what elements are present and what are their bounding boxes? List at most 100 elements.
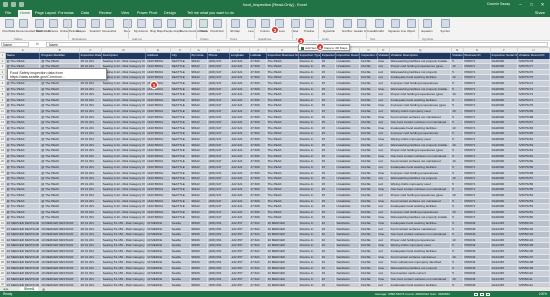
equation-icon bbox=[422, 18, 432, 28]
symbol-icon bbox=[440, 18, 450, 28]
ribbon-separator bbox=[292, 19, 293, 39]
maximize-button[interactable]: □ bbox=[526, 1, 537, 8]
normal-view-icon[interactable] bbox=[474, 292, 478, 296]
bing-maps-icon bbox=[152, 18, 162, 28]
object-button[interactable]: Object bbox=[404, 18, 418, 33]
charts-icon bbox=[198, 18, 208, 28]
symbol-button[interactable]: Symbol bbox=[438, 18, 452, 33]
3d-map-label: 3D Map bbox=[230, 28, 240, 33]
tab-page-layout[interactable]: Page Layout bbox=[33, 10, 58, 17]
object-label: Object bbox=[406, 28, 416, 33]
formula-bar: Name fx Name bbox=[0, 41, 550, 48]
table-icon bbox=[34, 18, 44, 28]
tab-home[interactable]: Home bbox=[18, 10, 33, 17]
pivotchart-button[interactable]: PivotChart bbox=[210, 18, 224, 33]
signature-icon bbox=[390, 18, 400, 28]
shapes-button[interactable]: Shapes bbox=[74, 18, 88, 33]
text-box-button[interactable]: Text Box bbox=[340, 18, 354, 33]
group-tables: Tables bbox=[14, 36, 23, 41]
group-tours: Tours bbox=[230, 36, 238, 41]
user-name[interactable]: Cosmin Sazay bbox=[487, 2, 510, 6]
tab-view[interactable]: View bbox=[119, 10, 131, 17]
line-button[interactable]: Line bbox=[244, 18, 258, 33]
screenshot-icon bbox=[104, 18, 114, 28]
my-add-ins-button[interactable]: My Add-ins bbox=[134, 18, 148, 33]
name-box[interactable]: Name bbox=[1, 42, 29, 47]
tab-tell-me-what-you-want-to-do[interactable]: Tell me what you want to do bbox=[185, 10, 236, 17]
signature-line-button[interactable]: Signature Line bbox=[388, 18, 407, 33]
tab-data[interactable]: Data bbox=[79, 10, 91, 17]
ribbon-separator bbox=[254, 19, 255, 39]
people-graph-icon bbox=[166, 18, 176, 28]
ribbon-separator bbox=[226, 19, 227, 39]
recommended-charts-button[interactable]: Recommended Charts bbox=[180, 18, 208, 33]
tooltip-line-2: https://data.seattle.gov/Commun... bbox=[10, 74, 65, 79]
column-icon bbox=[260, 18, 270, 28]
addins-icon bbox=[136, 18, 146, 28]
pictures-button[interactable]: Pictures bbox=[46, 18, 60, 33]
store-button[interactable]: Store bbox=[120, 18, 134, 33]
group-illustrations: Illustrations bbox=[72, 36, 87, 41]
window-controls: – □ ✕ bbox=[515, 1, 548, 8]
tab-power-pivot[interactable]: Power Pivot bbox=[135, 10, 159, 17]
table-button[interactable]: Table bbox=[32, 18, 46, 33]
symbol-label: Symbol bbox=[440, 28, 450, 33]
3d-map-button[interactable]: 3D Map bbox=[228, 18, 242, 33]
hyperlink-button[interactable]: Hyperlink bbox=[322, 18, 336, 33]
worksheet-grid[interactable]: ABCDEFGHIJKLMNOPQRSTUVWXYZ 1234567891011… bbox=[0, 48, 550, 286]
tab-design[interactable]: Design bbox=[162, 10, 178, 17]
group-add-ins: Add-ins bbox=[132, 36, 142, 41]
zoom-level[interactable]: 100% bbox=[539, 291, 547, 297]
smartart-label: SmartArt bbox=[89, 28, 101, 33]
tab-formulas[interactable]: Formulas bbox=[56, 10, 76, 17]
column-button[interactable]: Column bbox=[258, 18, 272, 33]
ribbon-separator bbox=[68, 19, 69, 39]
pivottable-button[interactable]: PivotTable bbox=[2, 18, 16, 33]
selection-stats: Average: 3098.54073 Count: 39409412 Sum:… bbox=[374, 292, 450, 296]
close-button[interactable]: ✕ bbox=[537, 1, 548, 8]
shapes-icon bbox=[76, 18, 86, 28]
online-pictures-button[interactable]: Online Pictures bbox=[60, 18, 79, 33]
text-box-label: Text Box bbox=[341, 28, 353, 33]
equation-button[interactable]: Equation bbox=[420, 18, 434, 33]
slicer-button[interactable]: Slicer bbox=[288, 18, 302, 33]
timeline-icon bbox=[304, 18, 314, 28]
smartart-icon bbox=[90, 18, 100, 28]
textbox-icon bbox=[342, 18, 352, 28]
timeline-button[interactable]: Timeline bbox=[302, 18, 316, 33]
callout-2: 2 bbox=[271, 26, 279, 34]
recommended-charts-icon bbox=[182, 18, 192, 28]
ribbon-separator bbox=[128, 19, 129, 39]
bing-maps-button[interactable]: Bing Maps bbox=[150, 18, 164, 33]
window-title: food_inspection [Read-Only] - Excel bbox=[243, 2, 307, 7]
insert-function-button[interactable]: fx bbox=[36, 42, 39, 46]
object-icon bbox=[406, 18, 416, 28]
group-links: Links bbox=[322, 36, 329, 41]
tab-file[interactable]: File bbox=[3, 10, 13, 17]
hyperlink-label: Hyperlink bbox=[323, 28, 335, 33]
share-button[interactable]: Share bbox=[533, 10, 547, 17]
wordart-icon bbox=[374, 18, 384, 28]
charts-button[interactable]: Charts bbox=[196, 18, 210, 33]
screenshot-button[interactable]: Screenshot bbox=[102, 18, 116, 33]
smartart-button[interactable]: SmartArt bbox=[88, 18, 102, 33]
callout-1: 1 bbox=[150, 81, 158, 89]
people-graph-button[interactable]: People Graph bbox=[164, 18, 181, 33]
pivotchart-label: PivotChart bbox=[210, 28, 224, 33]
signature-line-label: Signature Line bbox=[388, 28, 407, 33]
pictures-icon bbox=[48, 18, 58, 28]
page-break-view-icon[interactable] bbox=[486, 292, 490, 296]
group-symbols: Symbols bbox=[422, 36, 434, 41]
view-buttons bbox=[474, 292, 490, 296]
title-bar: food_inspection [Read-Only] - Excel Cosm… bbox=[0, 0, 550, 9]
recommended-pivottables-button[interactable]: Recommended PivotTables bbox=[16, 18, 50, 33]
wordart-label: WordArt bbox=[373, 28, 385, 33]
bing-maps-label: Bing Maps bbox=[150, 28, 164, 33]
page-layout-view-icon[interactable] bbox=[480, 292, 484, 296]
minimize-button[interactable]: – bbox=[515, 1, 526, 8]
add-to-3d-maps-popup[interactable]: Add Selected Data to 3D Maps bbox=[298, 44, 350, 51]
tab-review[interactable]: Review bbox=[97, 10, 113, 17]
pivottable-icon bbox=[4, 18, 14, 28]
wordart-button[interactable]: WordArt bbox=[372, 18, 386, 33]
pivottable-label: PivotTable bbox=[2, 28, 16, 33]
